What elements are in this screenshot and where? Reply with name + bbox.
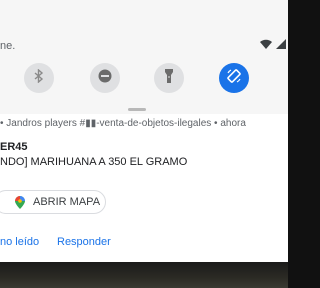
carrier-text: ne. <box>0 40 16 52</box>
do-not-disturb-icon <box>98 69 112 88</box>
status-icons <box>260 39 286 49</box>
quick-settings-panel: ne. <box>0 0 288 115</box>
open-map-button[interactable]: ABRIR MAPA <box>0 190 106 214</box>
map-pin-icon <box>15 196 25 214</box>
mark-as-read-button[interactable]: no leído <box>0 236 39 248</box>
flashlight-tile[interactable] <box>154 63 184 93</box>
flashlight-icon <box>164 68 174 88</box>
do-not-disturb-tile[interactable] <box>90 63 120 93</box>
wallpaper <box>0 262 288 288</box>
notification-body: NDO] MARIHUANA A 350 EL GRAMO <box>0 156 188 168</box>
wifi-icon <box>260 39 272 49</box>
drag-handle[interactable] <box>128 108 146 111</box>
notification-card[interactable] <box>0 114 288 262</box>
notification-title: ER45 <box>0 141 28 153</box>
auto-rotate-icon <box>226 68 242 89</box>
open-map-label: ABRIR MAPA <box>33 196 101 208</box>
auto-rotate-tile[interactable] <box>219 63 249 93</box>
reply-button[interactable]: Responder <box>57 236 111 248</box>
bluetooth-icon <box>33 67 45 88</box>
bluetooth-tile[interactable] <box>24 63 54 93</box>
notification-meta: • Jandros players #▮▮-venta-de-objetos-i… <box>0 118 246 129</box>
signal-icon <box>276 39 286 49</box>
